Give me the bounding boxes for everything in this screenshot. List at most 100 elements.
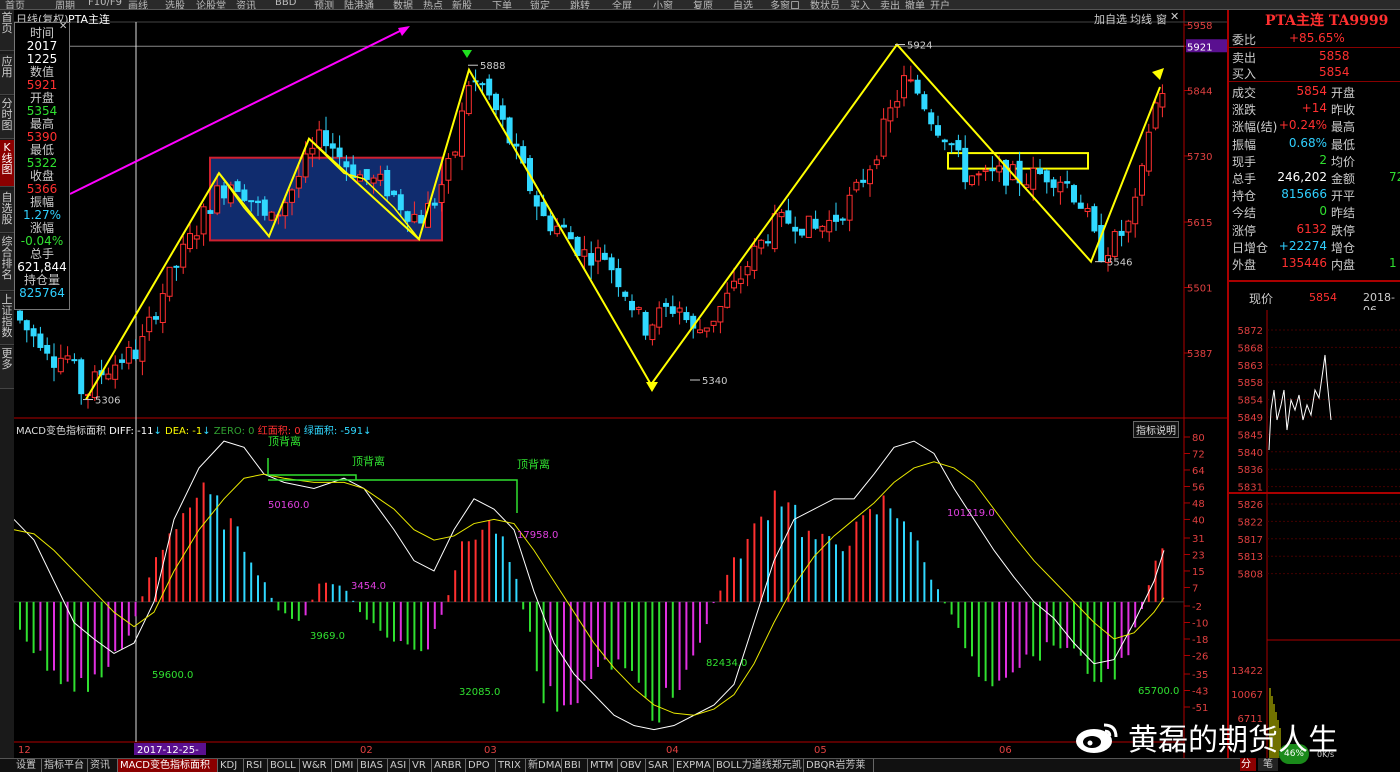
menu-item-23[interactable]: 卖出 [880,0,900,9]
candle-body [921,94,928,110]
main-chart-area[interactable]: 5958592158445730561555015387588859245306… [14,10,1227,758]
sidebar-item-5[interactable]: 综合排名 [0,234,14,291]
menu-item-19[interactable]: 自选 [733,0,753,9]
mini-tick-12: 5817 [1238,535,1263,546]
quote-label2-9: 增仓 [1331,240,1356,255]
candle-body [248,200,255,203]
tab-4[interactable]: KDJ [218,759,244,772]
price-annotation-4: 5546 [1107,258,1132,269]
sidebar-item-3[interactable]: K线图 [0,140,14,187]
menu-item-9[interactable]: 陆港通 [344,0,374,9]
price-tick-label-6: 5387 [1187,349,1212,360]
quote-value2-10: 1 [1389,256,1397,270]
tab-13[interactable]: DPO [466,759,496,772]
menu-item-21[interactable]: 数状员 [810,0,840,9]
tab-19[interactable]: SAR [646,759,674,772]
tab-21[interactable]: BOLL力道线郑元凯 [714,759,804,772]
candle-body [941,139,948,143]
tab-1[interactable]: 指标平台 [42,759,88,772]
sidebar-item-7[interactable]: 更多 [0,346,14,389]
webi-value: +85.65% [1289,31,1345,45]
candle-body [989,168,996,172]
tab-11[interactable]: VR [410,759,432,772]
menu-item-0[interactable]: 首页 [5,0,25,9]
tab-9[interactable]: BIAS [358,759,388,772]
menu-item-14[interactable]: 锁定 [530,0,550,9]
menu-item-20[interactable]: 多窗口 [770,0,800,9]
menu-item-5[interactable]: 论股堂 [196,0,226,9]
menu-item-24[interactable]: 撤单 [905,0,925,9]
tab-22[interactable]: DBQR岩芳莱 [804,759,874,772]
price-annotation-1: 5924 [907,41,932,52]
tab-10[interactable]: ASI [388,759,410,772]
candle-body [452,151,459,156]
candle-body [710,320,717,326]
candle-body [1145,131,1152,172]
tab-2[interactable]: 资讯 [88,759,118,772]
menu-item-25[interactable]: 开户 [930,0,950,9]
macd-tick-label-16: -51 [1192,703,1208,714]
menu-item-17[interactable]: 小窗 [653,0,673,9]
sidebar-item-0[interactable]: 首页 [0,10,14,51]
tab-17[interactable]: MTM [588,759,618,772]
menu-item-13[interactable]: 下单 [492,0,512,9]
sell-value: 5858 [1319,49,1350,63]
add-watchlist-button[interactable]: 加自选 [1094,11,1127,27]
tab-6[interactable]: BOLL [268,759,300,772]
indicator-explain-button[interactable]: 指标说明 [1133,421,1179,438]
window-button[interactable]: 窗 [1156,11,1167,27]
time-label-1: 2017-12-25- [137,745,199,756]
mini-tick-4: 5854 [1238,396,1263,407]
menu-item-2[interactable]: F10/F9 [88,0,122,8]
menu-item-18[interactable]: 复原 [693,0,713,9]
tab-20[interactable]: EXPMA [674,759,714,772]
menu-item-8[interactable]: 预测 [314,0,334,9]
menu-item-10[interactable]: 数据 [393,0,413,9]
candle-body [629,300,635,311]
indicator-tab-bar: 设置 指标平台 资讯 MACD变色指标面积 KDJ RSI BOLL W&R DMI BIAS AS… [0,758,1240,772]
macd-tick-label-14: -35 [1192,670,1208,681]
sidebar-item-1[interactable]: 应用 [0,54,14,95]
candle-body [873,159,880,166]
candle-body [901,75,907,99]
candle-body [751,245,758,271]
quote-label-8: 涨停 [1232,223,1257,238]
candle-body [860,179,867,183]
macd-zero: ZERO: 0 [213,426,255,437]
tab-5[interactable]: RSI [244,759,268,772]
close-chart-icon[interactable]: ✕ [1170,10,1179,23]
tab-bi[interactable]: 笔 [1258,758,1278,771]
menu-item-3[interactable]: 画线 [128,0,148,9]
sidebar-item-4[interactable]: 自选股 [0,190,14,233]
tab-12[interactable]: ARBR [432,759,466,772]
sidebar-item-2[interactable]: 分时图 [0,96,14,139]
menu-item-7[interactable]: BBD [275,0,296,8]
tab-7[interactable]: W&R [300,759,332,772]
sidebar-item-6[interactable]: 上证指数 [0,292,14,345]
candle-body [744,266,751,276]
intraday-mini-chart[interactable]: 5872 5868 5863 5858 5854 5849 5845 5840 5836 5831… [1229,310,1400,758]
tab-18[interactable]: OBV [618,759,646,772]
candle-body [846,194,853,221]
menu-item-1[interactable]: 周期 [55,0,75,9]
tab-3[interactable]: MACD变色指标面积 [118,759,218,772]
quote-label2-5: 金额 [1331,172,1356,186]
menu-item-15[interactable]: 跳转 [570,0,590,9]
menu-item-22[interactable]: 买入 [850,0,870,9]
tab-15[interactable]: 新DMA [526,759,562,772]
quote-row-5: 总手 246,202 金额 72 [1229,169,1400,186]
price-tick-label-4: 5615 [1187,218,1212,229]
tab-8[interactable]: DMI [332,759,358,772]
tab-14[interactable]: TRIX [496,759,526,772]
moving-average-button[interactable]: 均线 [1130,11,1152,27]
tab-16[interactable]: BBI [562,759,588,772]
menu-item-16[interactable]: 全屏 [612,0,632,9]
menu-item-6[interactable]: 资讯 [236,0,256,9]
candle-body [445,158,452,181]
macd-area-label-2: 17958.0 [517,530,558,541]
menu-item-12[interactable]: 新股 [452,0,472,9]
candle-body [581,249,588,257]
tab-0[interactable]: 设置 [14,759,42,772]
menu-item-11[interactable]: 热点 [423,0,443,9]
menu-item-4[interactable]: 选股 [165,0,185,9]
